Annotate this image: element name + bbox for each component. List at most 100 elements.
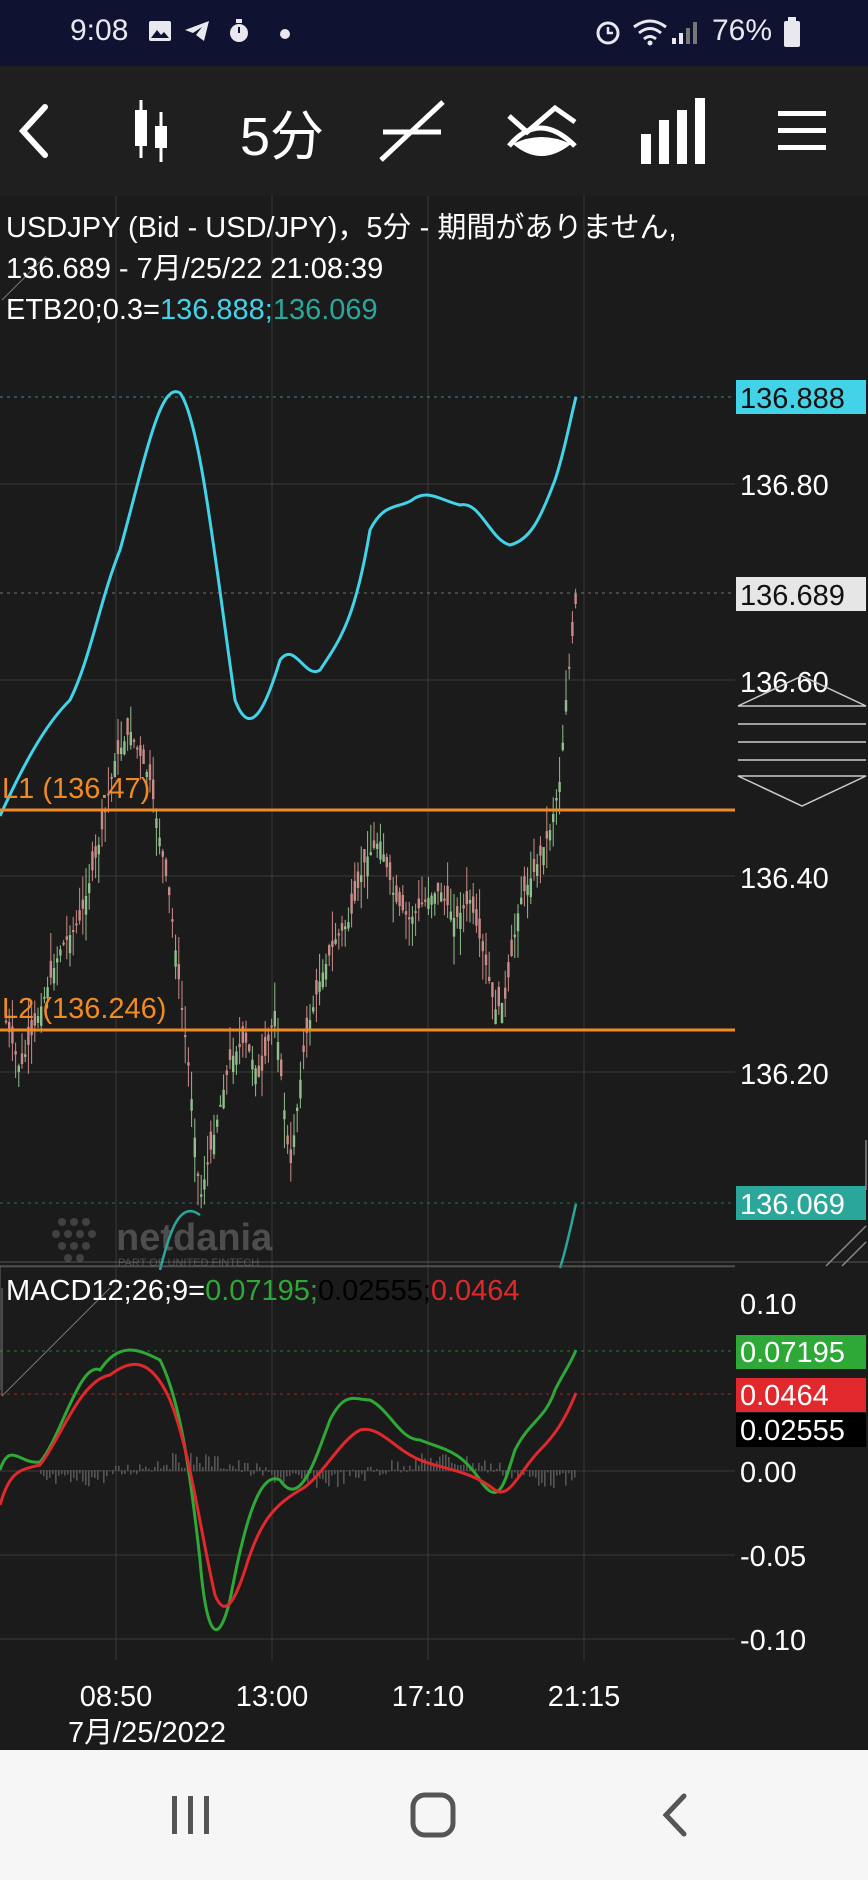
date-label: 7月/25/2022 <box>68 1717 226 1749</box>
home-icon[interactable] <box>410 1792 456 1838</box>
histogram-bar <box>58 1470 60 1476</box>
candle-body <box>232 1055 235 1073</box>
histogram-bar <box>223 1468 225 1471</box>
dot-icon <box>280 29 290 39</box>
candle-body <box>456 906 459 918</box>
histogram-bar <box>76 1470 78 1481</box>
histogram-bar <box>397 1461 399 1471</box>
histogram-bar <box>79 1470 81 1474</box>
time-tick: 13:00 <box>236 1681 309 1713</box>
candle-body <box>379 841 382 860</box>
histogram-bar <box>433 1465 435 1471</box>
histogram-bar <box>118 1465 120 1471</box>
candle-body <box>331 940 334 947</box>
histogram-bar <box>562 1470 564 1474</box>
histogram-bar <box>88 1470 90 1487</box>
interval-button[interactable]: 5分 <box>232 66 332 196</box>
histogram-bar <box>91 1470 93 1478</box>
candle-body <box>510 939 513 956</box>
candle-body <box>72 930 75 933</box>
macd-tick: 0.10 <box>740 1289 796 1321</box>
macd-tick: 0.00 <box>740 1457 796 1489</box>
price-tick: 136.40 <box>740 863 829 895</box>
candle-body <box>200 1194 203 1197</box>
histogram-bar <box>478 1462 480 1471</box>
candle-body <box>526 884 529 896</box>
histogram-bar <box>85 1470 87 1485</box>
histogram-bar <box>388 1470 390 1472</box>
histogram-bar <box>325 1470 327 1484</box>
histogram-bar <box>214 1456 216 1471</box>
candle-body <box>414 911 417 914</box>
upper-band-tag-label: 136.888 <box>740 383 845 415</box>
histogram-bar <box>46 1470 48 1480</box>
candle-body <box>353 880 356 901</box>
histogram-bar <box>361 1470 363 1474</box>
histogram-bar <box>43 1470 45 1477</box>
candle-body <box>292 1135 296 1147</box>
candle-body <box>62 942 65 945</box>
price-chart[interactable]: netdania PART OF UNITED FINTECH L1 (136.… <box>0 196 868 1750</box>
candle-body <box>235 1051 238 1065</box>
l2-label: L2 (136.246) <box>2 993 166 1025</box>
candle-body <box>158 837 161 847</box>
histogram-bar <box>349 1470 351 1477</box>
histogram-bar <box>265 1467 267 1471</box>
back-button[interactable] <box>0 66 66 196</box>
draw-tool-button[interactable] <box>372 66 452 196</box>
candle-body <box>558 782 561 793</box>
candlestick-icon <box>135 100 167 162</box>
histogram-bar <box>280 1470 282 1478</box>
candle-body <box>212 1134 216 1155</box>
histogram-bar <box>292 1470 294 1474</box>
last-quote-line: 136.689 - 7月/25/22 21:08:39 <box>6 253 384 285</box>
histogram-bar <box>514 1470 516 1473</box>
candle-body <box>401 894 404 911</box>
candle-body <box>548 830 552 841</box>
candle-body <box>94 846 97 858</box>
menu-button[interactable] <box>762 66 842 196</box>
candle-body <box>542 847 545 866</box>
candle-body <box>216 1119 219 1127</box>
candle-body <box>555 798 558 801</box>
histogram-bar <box>532 1470 534 1477</box>
histogram-bar <box>298 1470 300 1476</box>
candle-body <box>168 887 171 896</box>
candle-body <box>228 1049 232 1060</box>
trendline-icon <box>379 100 445 162</box>
histogram-bar <box>418 1465 420 1471</box>
histogram-bar <box>463 1464 465 1471</box>
histogram-bar <box>499 1462 501 1471</box>
watermark-tagline: PART OF UNITED FINTECH <box>118 1257 259 1269</box>
chart-type-button[interactable] <box>118 66 184 196</box>
candle-body <box>513 934 516 938</box>
histogram-bar <box>496 1468 498 1471</box>
candle-body <box>116 740 120 754</box>
indicator-button[interactable] <box>502 66 582 196</box>
candle-body <box>142 749 145 764</box>
signal-icon <box>672 22 697 44</box>
recent-apps-icon[interactable] <box>170 1794 212 1836</box>
candle-body <box>126 718 129 735</box>
studies-button[interactable] <box>632 66 712 196</box>
hist-value-tag-label: 0.0464 <box>740 1380 829 1412</box>
image-icon <box>149 21 171 41</box>
candle-body <box>14 1051 17 1055</box>
back-icon[interactable] <box>660 1792 690 1838</box>
histogram-bar <box>487 1470 489 1473</box>
candle-body <box>376 843 379 849</box>
histogram-bar <box>178 1462 180 1471</box>
histogram-bar <box>208 1456 210 1471</box>
histogram-bar <box>355 1470 357 1478</box>
macd-value-tag-label: 0.07195 <box>740 1337 845 1369</box>
bar-chart-icon <box>641 98 705 164</box>
histogram-bar <box>226 1468 228 1471</box>
histogram-bar <box>238 1460 240 1471</box>
candle-body <box>91 851 94 871</box>
histogram-bar <box>316 1470 318 1489</box>
histogram-bar <box>535 1470 537 1478</box>
histogram-bar <box>385 1470 387 1474</box>
candle-body <box>532 859 536 872</box>
candle-body <box>196 1173 200 1176</box>
histogram-bar <box>184 1467 186 1471</box>
